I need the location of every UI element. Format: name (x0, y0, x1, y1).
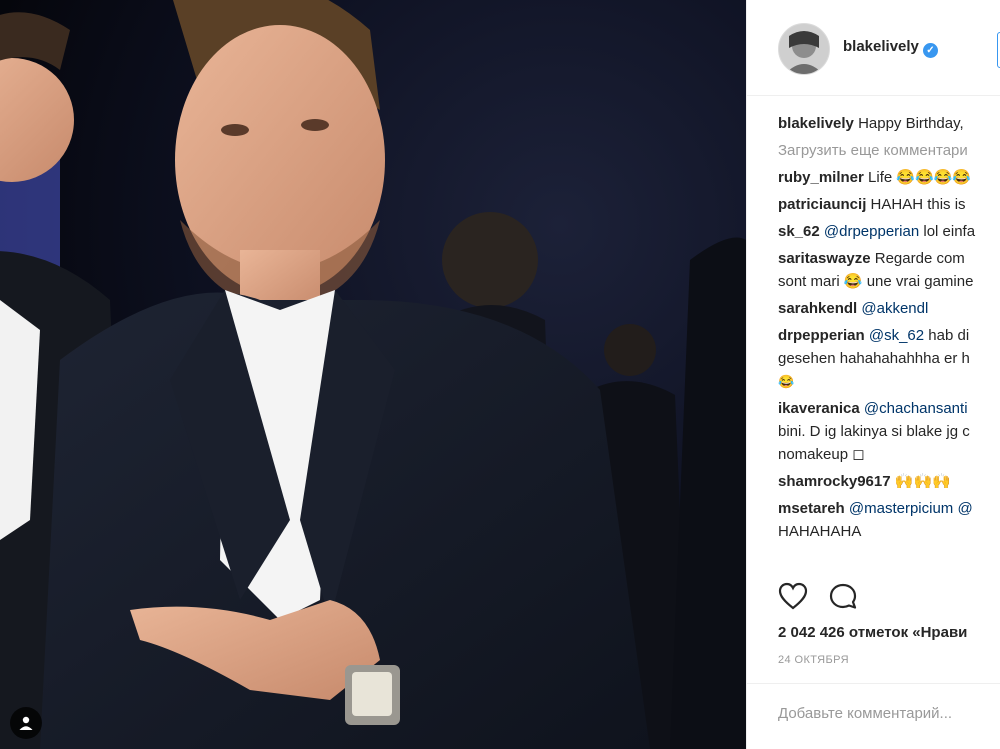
comment-username[interactable]: ruby_milner (778, 169, 864, 186)
post-photo[interactable] (0, 0, 746, 749)
post-header: blakelively ✓ (747, 0, 1000, 96)
caption-text: Happy Birthday, (858, 115, 964, 132)
comment-username[interactable]: patriciauncij (778, 196, 866, 213)
comment-username[interactable]: ikaveranica (778, 400, 860, 417)
comment-text: Life 😂😂😂😂 (868, 169, 972, 186)
comment-text-line2: gesehen hahahahahhha er h (778, 350, 970, 367)
comment-mention[interactable]: @akkendl (861, 300, 928, 317)
comment-item: ikaveranica @chachansanti bini. D ig lak… (778, 397, 1000, 466)
comment-mention[interactable]: @sk_62 (869, 327, 924, 344)
comments-list: blakelively Happy Birthday, Загрузить ещ… (778, 112, 1000, 547)
photo-illustration (0, 0, 746, 749)
comment-mention[interactable]: @masterpicium (849, 500, 953, 517)
comment-username[interactable]: shamrocky9617 (778, 473, 891, 490)
post-author-username[interactable]: blakelively ✓ (843, 38, 938, 58)
comment-text: 🙌🙌🙌 (894, 473, 951, 490)
comment-username[interactable]: drpepperian (778, 327, 865, 344)
add-comment-input[interactable]: Добавьте комментарий... (778, 705, 952, 722)
comment-text-line3: 😂 (778, 374, 795, 389)
load-more-comments-link[interactable]: Загрузить еще комментари (778, 139, 1000, 162)
comment-item: patriciauncij HAHAH this is (778, 193, 1000, 216)
comment-text: Regarde com (874, 250, 965, 267)
caption: blakelively Happy Birthday, (778, 112, 1000, 135)
likes-count[interactable]: 2 042 426 отметок «Нрави (778, 624, 967, 641)
comment-username[interactable]: saritaswayze (778, 250, 871, 267)
comment-text-line2: sont mari 😂 une vrai gamine (778, 273, 974, 290)
comment-text: @ (953, 500, 973, 517)
comment-username[interactable]: msetareh (778, 500, 845, 517)
comment-username[interactable]: sk_62 (778, 223, 820, 240)
comment-item: sk_62 @drpepperian lol einfa (778, 220, 1000, 243)
comment-text: hab di (928, 327, 970, 344)
username-text[interactable]: blakelively (843, 38, 919, 55)
comment-text-line3: nomakeup ◻ (778, 446, 865, 463)
comment-item: shamrocky9617 🙌🙌🙌 (778, 470, 1000, 493)
comment-bubble-icon[interactable] (828, 582, 858, 615)
comment-text: lol einfa (923, 223, 976, 240)
verified-badge-icon: ✓ (922, 43, 938, 58)
comment-mention[interactable]: @chachansanti (864, 400, 968, 417)
avatar[interactable] (778, 23, 830, 75)
comment-item: msetareh @masterpicium @ HAHAHAHA (778, 497, 1000, 543)
heart-icon[interactable] (778, 582, 808, 615)
comment-text-line2: HAHAHAHA (778, 523, 862, 540)
comment-text: HAHAH this is (870, 196, 966, 213)
add-comment-section[interactable]: Добавьте комментарий... (747, 683, 1000, 749)
caption-username[interactable]: blakelively (778, 115, 854, 132)
comment-mention[interactable]: @drpepperian (824, 223, 919, 240)
comment-item: sarahkendl @akkendl (778, 297, 1000, 320)
comment-username[interactable]: sarahkendl (778, 300, 857, 317)
post-actions (778, 580, 1000, 614)
comment-text-line2: bini. D ig lakinya si blake jg c (778, 423, 970, 440)
comment-item: saritaswayze Regarde com sont mari 😂 une… (778, 247, 1000, 293)
post-date[interactable]: 24 ОКТЯБРЯ (778, 654, 849, 666)
post-side-panel: blakelively ✓ blakelively Happy Birthday,… (746, 0, 1000, 749)
comment-item: drpepperian @sk_62 hab di gesehen hahaha… (778, 324, 1000, 393)
comment-item: ruby_milner Life 😂😂😂😂 (778, 166, 1000, 189)
user-tag-icon[interactable] (10, 707, 42, 739)
